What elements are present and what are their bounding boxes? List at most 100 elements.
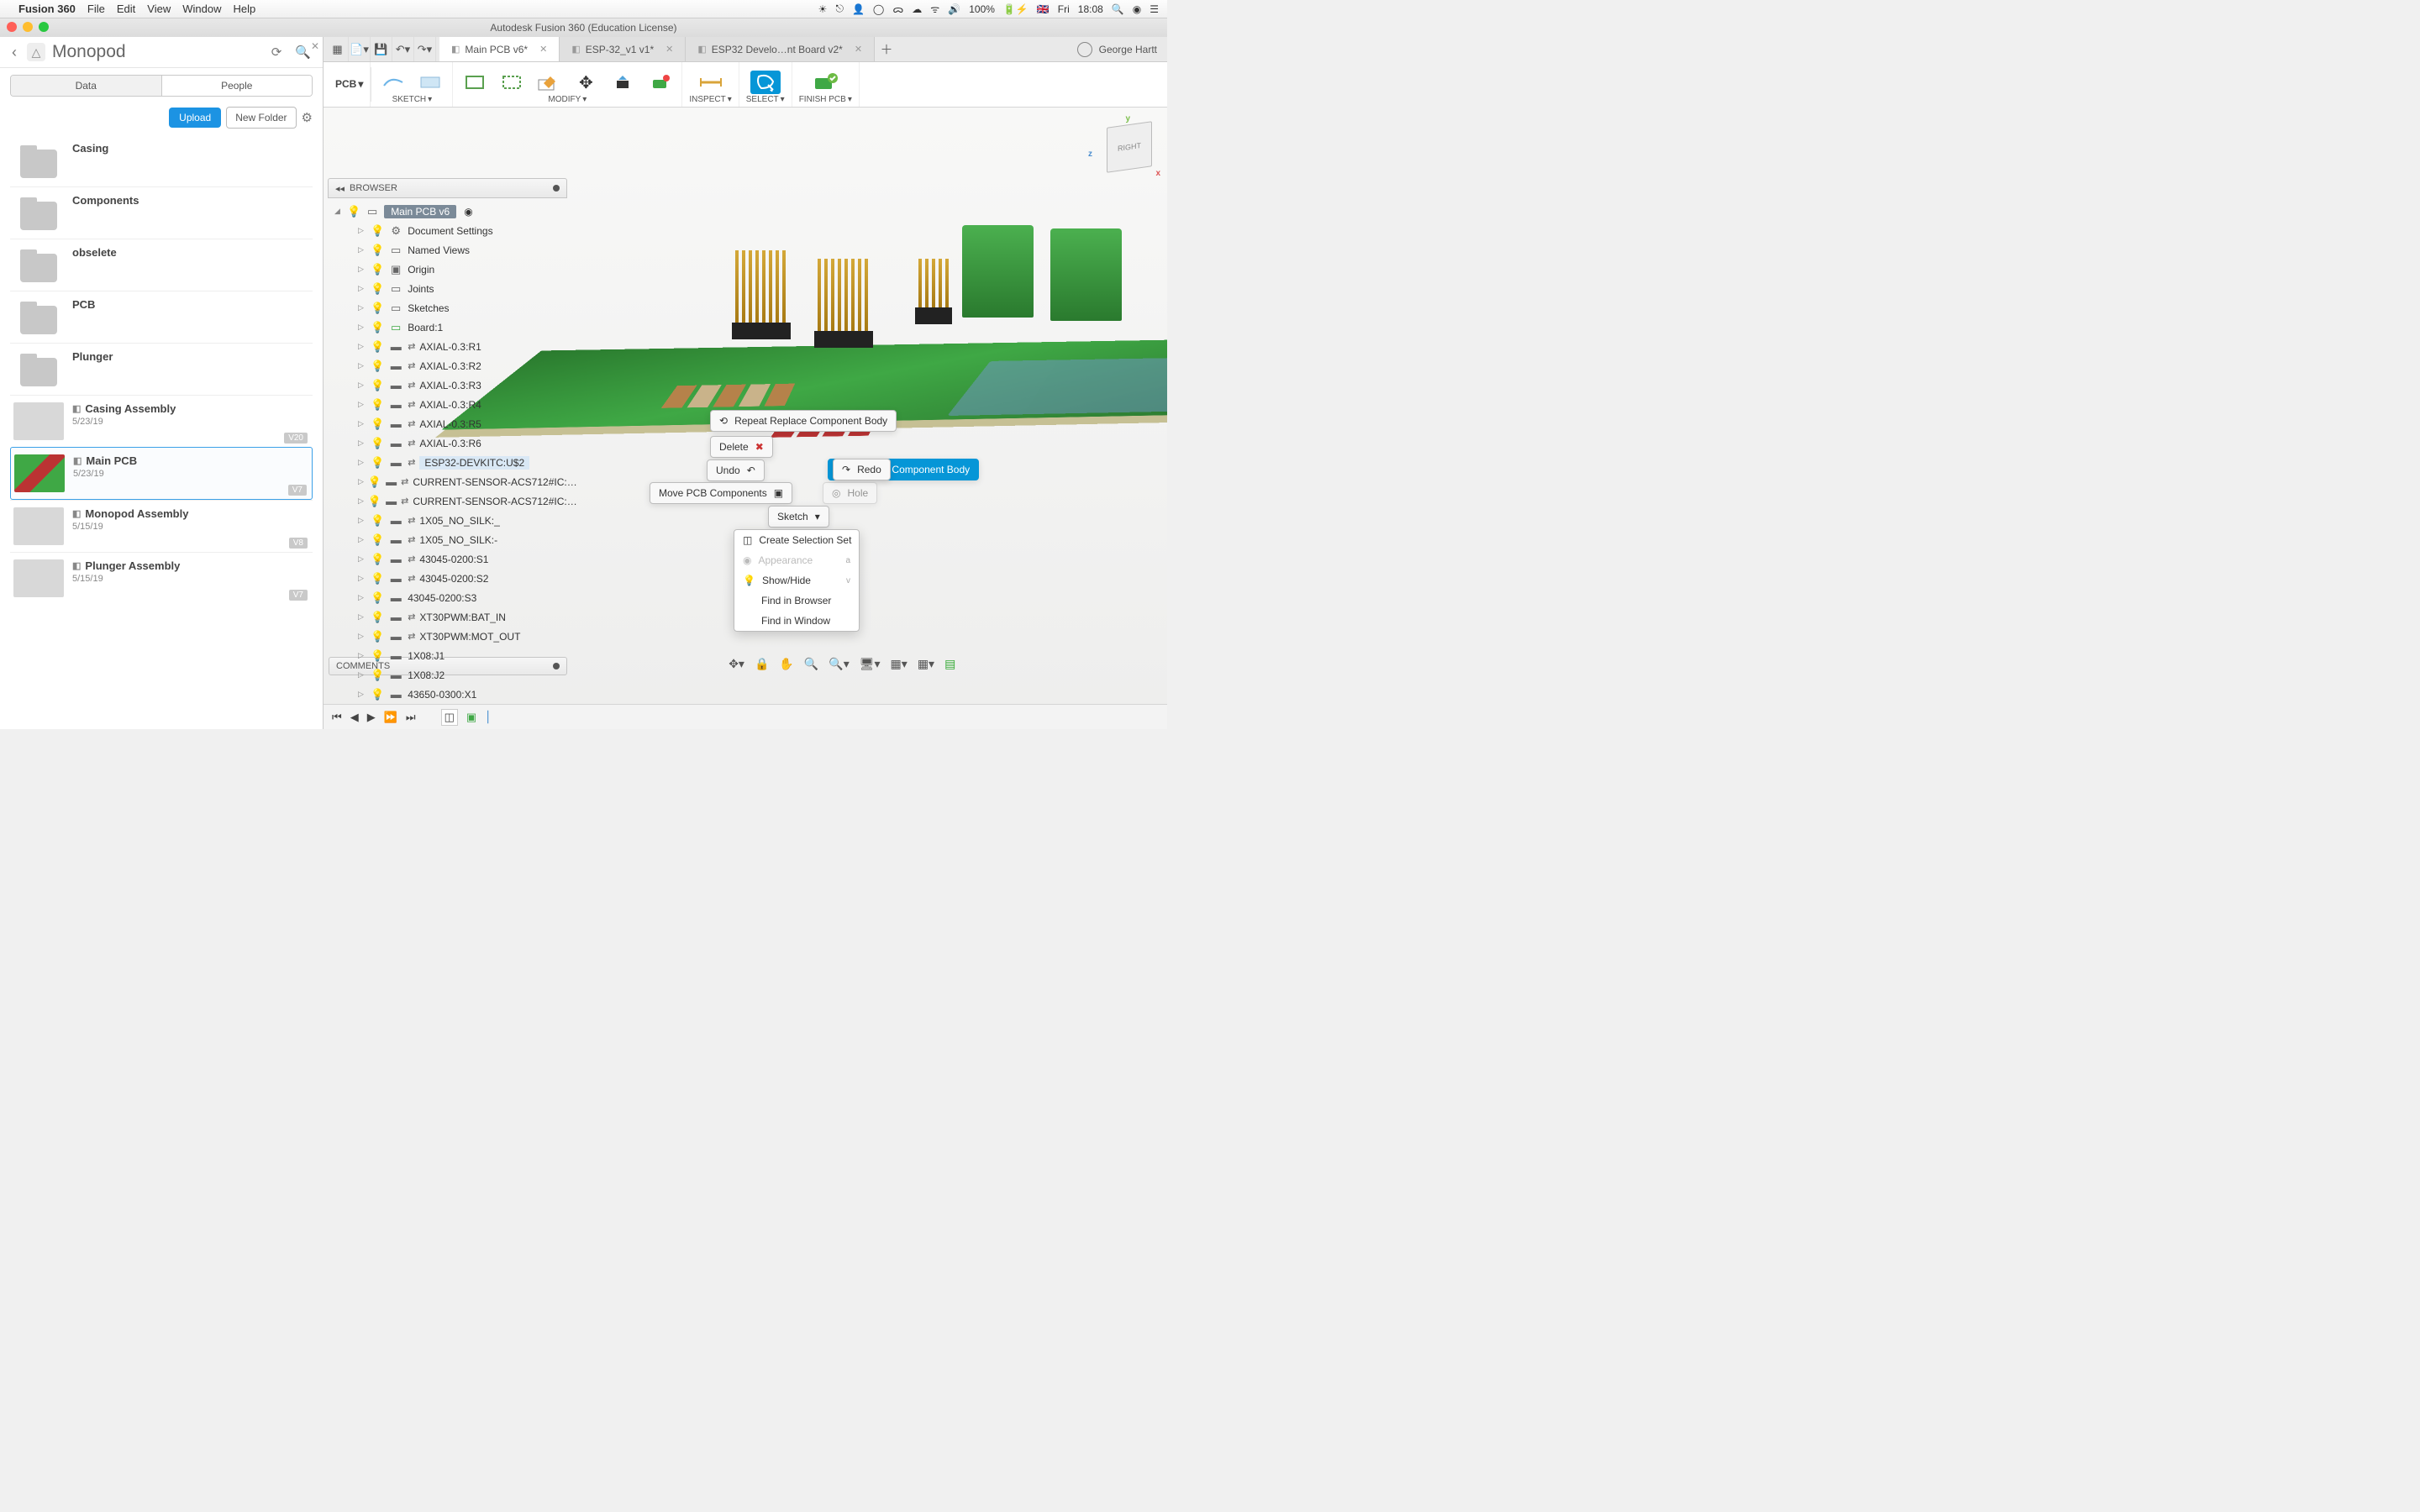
refresh-icon[interactable]: ⟳ bbox=[268, 43, 286, 61]
data-item-list[interactable]: CasingComponentsobseletePCBPlunger◧Casin… bbox=[0, 135, 323, 729]
expand-icon[interactable]: ▷ bbox=[358, 438, 366, 448]
ctx-redo[interactable]: ↷ Redo bbox=[833, 459, 891, 480]
tree-node[interactable]: ▷💡⚙Document Settings bbox=[331, 221, 567, 240]
save-icon[interactable]: 💾 bbox=[371, 37, 392, 61]
expand-icon[interactable]: ▷ bbox=[358, 670, 366, 680]
tree-node[interactable]: ▷💡▬⇄CURRENT-SENSOR-ACS712#IC:… bbox=[331, 491, 567, 511]
tree-node[interactable]: ▷💡▬⇄AXIAL-0.3:R3 bbox=[331, 375, 567, 395]
sheet-icon[interactable]: ▤ bbox=[942, 655, 958, 673]
seg-data[interactable]: Data bbox=[11, 76, 162, 96]
folder-item[interactable]: Plunger bbox=[10, 343, 313, 395]
bulb-icon[interactable]: 💡 bbox=[371, 611, 384, 624]
expand-icon[interactable]: ▷ bbox=[358, 516, 366, 525]
bulb-off-icon[interactable]: 💡 bbox=[371, 263, 384, 276]
finish-group-label[interactable]: FINISH PCB ▾ bbox=[799, 95, 852, 104]
expand-icon[interactable]: ▷ bbox=[358, 361, 366, 370]
design-item[interactable]: ◧Monopod Assembly5/15/19V8 bbox=[10, 500, 313, 552]
sketch-group-label[interactable]: SKETCH ▾ bbox=[392, 95, 433, 104]
pan-icon[interactable]: ✋ bbox=[776, 655, 796, 673]
tree-node[interactable]: ▷💡▬⇄43045-0200:S2 bbox=[331, 569, 567, 588]
expand-icon[interactable]: ▷ bbox=[358, 342, 366, 351]
timeline-next-icon[interactable]: ⏩ bbox=[384, 711, 397, 724]
modify-chip-icon[interactable] bbox=[608, 71, 638, 94]
browser-header[interactable]: ◂◂ BROWSER bbox=[328, 178, 567, 198]
bulb-icon[interactable]: 💡 bbox=[371, 437, 384, 450]
expand-icon[interactable]: ▷ bbox=[358, 593, 366, 602]
pan-lock-icon[interactable]: 🔒 bbox=[752, 655, 771, 673]
avatar-icon[interactable] bbox=[1077, 42, 1092, 57]
new-tab-button[interactable]: ＋ bbox=[875, 37, 898, 61]
tree-root[interactable]: ◢💡▭Main PCB v6◉ bbox=[331, 202, 567, 221]
menu-window[interactable]: Window bbox=[182, 3, 221, 15]
expand-icon[interactable]: ▷ bbox=[358, 323, 366, 332]
workspace-switcher[interactable]: PCB ▾ bbox=[335, 78, 363, 90]
sketch-rect-icon[interactable] bbox=[415, 71, 445, 94]
expand-icon[interactable]: ▷ bbox=[358, 265, 366, 274]
bulb-icon[interactable]: 💡 bbox=[371, 688, 384, 701]
new-folder-button[interactable]: New Folder bbox=[226, 107, 296, 129]
bulb-icon[interactable]: 💡 bbox=[368, 495, 381, 508]
status-icon[interactable]: ⎋ bbox=[835, 3, 844, 15]
expand-icon[interactable]: ▷ bbox=[358, 226, 366, 235]
inspect-group-label[interactable]: INSPECT ▾ bbox=[689, 95, 731, 104]
brightness-icon[interactable]: ☀ bbox=[818, 3, 828, 15]
flag-icon[interactable]: 🇬🇧 bbox=[1037, 3, 1050, 15]
bulb-icon[interactable]: 💡 bbox=[371, 572, 384, 585]
context-menu-item[interactable]: Find in Browser bbox=[734, 591, 859, 611]
tree-node[interactable]: ▷💡▬⇄1X05_NO_SILK:- bbox=[331, 530, 567, 549]
tree-node[interactable]: ▷💡▬⇄CURRENT-SENSOR-ACS712#IC:… bbox=[331, 472, 567, 491]
bulb-icon[interactable]: 💡 bbox=[371, 553, 384, 566]
expand-icon[interactable]: ▷ bbox=[358, 419, 366, 428]
select-tool-icon[interactable] bbox=[750, 71, 781, 94]
display-icon[interactable]: 🖥▾ bbox=[857, 655, 883, 673]
tree-node[interactable]: ▷💡▭Board:1 bbox=[331, 318, 567, 337]
expand-icon[interactable]: ▷ bbox=[358, 477, 364, 486]
menu-view[interactable]: View bbox=[147, 3, 171, 15]
tree-node[interactable]: ▷💡▬⇄43045-0200:S1 bbox=[331, 549, 567, 569]
viewports-icon[interactable]: ▦▾ bbox=[915, 655, 937, 673]
zoom-fit-icon[interactable]: 🔍▾ bbox=[826, 655, 851, 673]
expand-icon[interactable]: ▷ bbox=[358, 574, 366, 583]
bulb-icon[interactable]: 💡 bbox=[371, 630, 384, 643]
user-name[interactable]: George Hartt bbox=[1099, 44, 1157, 55]
view-cube[interactable]: y z x RIGHT bbox=[1097, 118, 1155, 176]
modify-chip2-icon[interactable] bbox=[644, 71, 675, 94]
expand-icon[interactable]: ▷ bbox=[358, 612, 366, 622]
cloud-icon[interactable]: ☁ bbox=[912, 3, 922, 15]
expand-icon[interactable]: ▷ bbox=[358, 554, 366, 564]
design-item[interactable]: ◧Main PCB5/23/19V7 bbox=[10, 447, 313, 500]
document-tab[interactable]: ◧ESP32 Develo…nt Board v2*✕ bbox=[686, 37, 875, 61]
sketch-line-icon[interactable] bbox=[378, 71, 408, 94]
bulb-icon[interactable]: 💡 bbox=[371, 456, 384, 470]
bulb-icon[interactable]: 💡 bbox=[371, 591, 384, 605]
context-menu-item[interactable]: 💡Show/Hidev bbox=[734, 570, 859, 591]
tree-node[interactable]: ▷💡▣Origin bbox=[331, 260, 567, 279]
bulb-icon[interactable]: 💡 bbox=[371, 224, 384, 238]
canvas-viewport[interactable]: y z x RIGHT bbox=[324, 108, 1167, 704]
tree-node[interactable]: ▷💡▬⇄AXIAL-0.3:R4 bbox=[331, 395, 567, 414]
tree-node[interactable]: ▷💡▭Sketches bbox=[331, 298, 567, 318]
tree-node[interactable]: ▷💡▬⇄ESP32-DEVKITC:U$2 bbox=[331, 453, 567, 472]
menu-help[interactable]: Help bbox=[233, 3, 255, 15]
bulb-icon[interactable]: 💡 bbox=[371, 514, 384, 528]
bulb-icon[interactable]: 💡 bbox=[371, 302, 384, 315]
design-item[interactable]: ◧Plunger Assembly5/15/19V7 bbox=[10, 552, 313, 604]
menu-edit[interactable]: Edit bbox=[117, 3, 135, 15]
close-tab-icon[interactable]: ✕ bbox=[539, 44, 547, 55]
ctx-sketch-dropdown[interactable]: Sketch ▾ bbox=[768, 506, 829, 528]
folder-item[interactable]: obselete bbox=[10, 239, 313, 291]
sync-icon[interactable]: ◯ bbox=[873, 3, 884, 15]
timeline-feature1-icon[interactable]: ◫ bbox=[441, 709, 458, 726]
siri-icon[interactable]: ◉ bbox=[1133, 3, 1141, 15]
expand-icon[interactable]: ▷ bbox=[358, 690, 366, 699]
bulb-icon[interactable]: 💡 bbox=[371, 398, 384, 412]
timeline-end-icon[interactable]: ⏭ bbox=[406, 711, 416, 724]
bulb-icon[interactable]: 💡 bbox=[368, 475, 381, 489]
expand-icon[interactable]: ▷ bbox=[358, 458, 366, 467]
expand-icon[interactable]: ▷ bbox=[358, 303, 366, 312]
seg-people[interactable]: People bbox=[162, 76, 313, 96]
tree-node[interactable]: ▷💡▬1X08:J1 bbox=[331, 646, 567, 665]
tree-node[interactable]: ▷💡▬⇄AXIAL-0.3:R2 bbox=[331, 356, 567, 375]
notifications-icon[interactable]: ☰ bbox=[1150, 3, 1159, 15]
expand-icon[interactable]: ▷ bbox=[358, 284, 366, 293]
